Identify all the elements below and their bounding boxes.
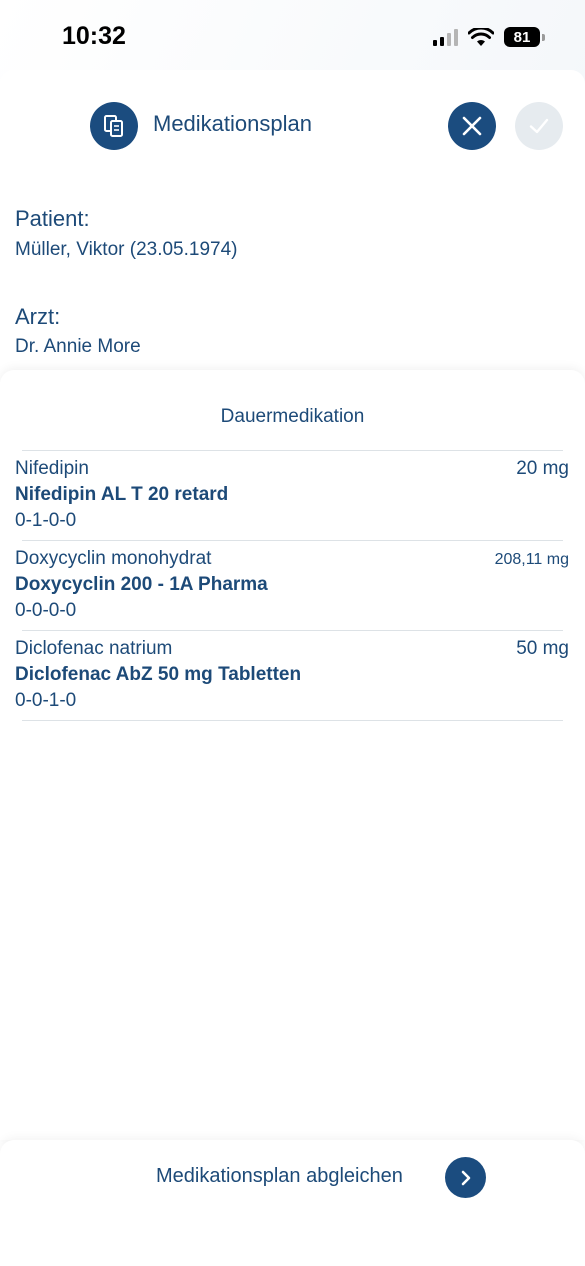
medication-substance: Doxycyclin monohydrat [15, 548, 212, 569]
medication-strength: 208,11 mg [494, 551, 569, 568]
divider [22, 540, 563, 541]
status-bar: 10:32 81 [0, 0, 585, 70]
checkmark-icon [529, 118, 549, 134]
medication-name: Nifedipin AL T 20 retard [15, 484, 229, 505]
status-time: 10:32 [62, 22, 126, 50]
doctor-label: Arzt: [15, 304, 61, 329]
close-icon [462, 116, 482, 136]
cellular-signal-icon [433, 28, 458, 46]
page-title: Medikationsplan [153, 111, 312, 136]
status-icons: 81 [433, 27, 545, 47]
list-item[interactable]: Nifedipin 20 mg Nifedipin AL T 20 retard… [0, 452, 585, 542]
medication-substance: Diclofenac natrium [15, 638, 173, 659]
document-copy-icon [104, 115, 123, 137]
close-button[interactable] [448, 102, 496, 150]
medication-strength: 20 mg [516, 458, 569, 479]
patient-label: Patient: [15, 206, 90, 231]
medication-name: Diclofenac AbZ 50 mg Tabletten [15, 664, 302, 685]
medication-dosage: 0-0-0-0 [15, 600, 77, 621]
wifi-icon [468, 27, 494, 46]
divider [22, 630, 563, 631]
list-item[interactable]: Diclofenac natrium 50 mg Diclofenac AbZ … [0, 632, 585, 722]
compare-plan-button[interactable]: Medikationsplan abgleichen [0, 1140, 585, 1216]
battery-level: 81 [504, 27, 540, 47]
header: Medikationsplan [0, 70, 585, 182]
compare-plan-arrow-button[interactable] [445, 1157, 486, 1198]
medication-substance: Nifedipin [15, 458, 89, 479]
medication-dosage: 0-0-1-0 [15, 690, 77, 711]
chevron-right-icon [461, 1170, 470, 1185]
medication-dosage: 0-1-0-0 [15, 510, 77, 531]
confirm-button[interactable] [515, 102, 563, 150]
list-item[interactable]: Doxycyclin monohydrat 208,11 mg Doxycycl… [0, 542, 585, 632]
document-button[interactable] [90, 102, 138, 150]
doctor-value: Dr. Annie More [15, 336, 141, 357]
patient-value: Müller, Viktor (23.05.1974) [15, 239, 238, 260]
divider [22, 450, 563, 451]
medication-strength: 50 mg [516, 638, 569, 659]
medication-card: Dauermedikation Nifedipin 20 mg Nifedipi… [0, 370, 585, 1140]
compare-plan-label: Medikationsplan abgleichen [156, 1165, 403, 1187]
home-indicator-area [0, 1216, 585, 1266]
divider [22, 720, 563, 721]
section-title: Dauermedikation [220, 406, 365, 427]
medication-name: Doxycyclin 200 - 1A Pharma [15, 574, 268, 595]
battery-icon: 81 [504, 27, 545, 47]
medication-plan-sheet: Medikationsplan Patient: Müller, Viktor … [0, 70, 585, 1266]
